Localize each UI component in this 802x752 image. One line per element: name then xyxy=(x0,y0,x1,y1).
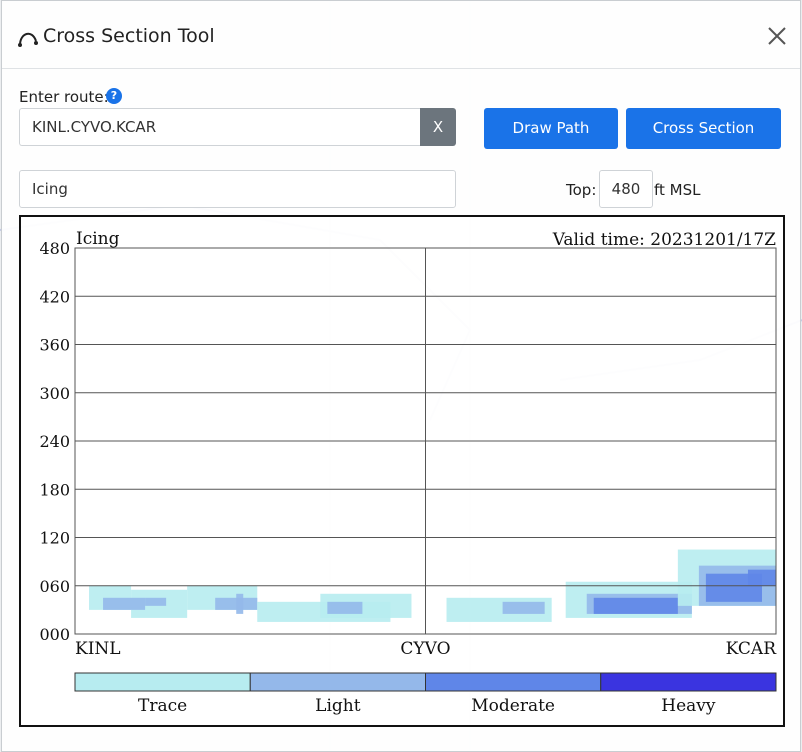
legend-swatch xyxy=(425,672,602,692)
top-altitude-input[interactable]: 480 xyxy=(599,170,653,208)
legend-swatch xyxy=(249,672,426,692)
legend-label: Heavy xyxy=(661,696,716,716)
dialog-title: Cross Section Tool xyxy=(43,25,215,47)
cross-section-button[interactable]: Cross Section xyxy=(626,108,781,149)
legend-swatch xyxy=(600,672,777,692)
icing-cell xyxy=(103,597,146,610)
route-input-value: KINL.CYVO.KCAR xyxy=(32,118,157,136)
close-icon[interactable] xyxy=(764,23,790,49)
legend-label: Moderate xyxy=(471,696,555,716)
station-label: KINL xyxy=(75,639,121,659)
icing-cell xyxy=(145,597,167,606)
top-unit-label: ft MSL xyxy=(654,181,701,199)
legend-label: Light xyxy=(315,696,361,716)
cross-section-chart: 480 420 360 300 240 180 120 060 000 KINL CYVO KCAR I… xyxy=(19,215,785,727)
draw-path-button[interactable]: Draw Path xyxy=(484,108,618,149)
icing-cell xyxy=(236,593,244,614)
chart-title: Icing xyxy=(76,229,120,249)
legend-swatch xyxy=(74,672,251,692)
route-label: Enter route: xyxy=(19,88,109,106)
icing-cell xyxy=(502,601,545,614)
dialog-title-bar: Cross Section Tool xyxy=(2,1,800,69)
chart-canvas: 480 420 360 300 240 180 120 060 000 KINL CYVO KCAR I… xyxy=(39,229,778,716)
y-tick-label: 360 xyxy=(39,336,70,355)
y-tick-label: 480 xyxy=(39,239,70,258)
icing-cell xyxy=(593,597,678,614)
product-select[interactable]: Icing xyxy=(19,170,456,208)
cross-section-dialog: Cross Section Tool Enter route: ? KINL.C… xyxy=(1,0,801,752)
icing-cell xyxy=(747,569,776,586)
y-tick-label: 000 xyxy=(39,625,70,644)
y-tick-label: 180 xyxy=(39,480,70,499)
valid-time-label: Valid time: 20231201/17Z xyxy=(552,230,776,250)
route-input[interactable]: KINL.CYVO.KCAR xyxy=(19,108,421,146)
top-label: Top: xyxy=(566,181,597,199)
station-label: KCAR xyxy=(726,639,778,659)
y-tick-label: 240 xyxy=(39,432,70,451)
y-tick-label: 060 xyxy=(39,577,70,596)
y-tick-label: 420 xyxy=(39,287,70,306)
y-tick-label: 120 xyxy=(39,529,70,548)
route-clear-button[interactable]: X xyxy=(420,108,456,146)
route-icon xyxy=(18,32,38,47)
station-label: CYVO xyxy=(400,639,450,659)
y-tick-label: 300 xyxy=(39,384,70,403)
help-icon[interactable]: ? xyxy=(106,88,122,104)
legend-label: Trace xyxy=(138,696,187,716)
icing-cell xyxy=(327,601,363,614)
